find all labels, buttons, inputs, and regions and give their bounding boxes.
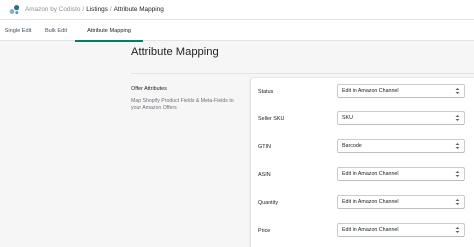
codisto-logo-icon bbox=[9, 4, 20, 15]
gtin-select-value: Barcode bbox=[342, 143, 362, 149]
top-bar: Amazon by Codisto / Listings / Attribute… bbox=[0, 0, 474, 20]
status-select[interactable]: Edit in Amazon Channel bbox=[337, 84, 465, 98]
section-heading: Offer Attributes bbox=[131, 86, 167, 92]
field-row-quantity: Quantity Edit in Amazon Channel bbox=[251, 195, 474, 210]
asin-select-value: Edit in Amazon Channel bbox=[342, 171, 399, 177]
seller-sku-select-value: SKU bbox=[342, 115, 353, 121]
breadcrumb-separator: / bbox=[109, 6, 112, 13]
chevron-up-down-icon bbox=[455, 142, 460, 150]
asin-select[interactable]: Edit in Amazon Channel bbox=[337, 167, 465, 181]
field-row-status: Status Edit in Amazon Channel bbox=[251, 84, 474, 99]
tab-single-edit[interactable]: Single Edit bbox=[4, 20, 32, 41]
field-label-status: Status bbox=[258, 88, 274, 95]
tab-attribute-mapping[interactable]: Attribute Mapping bbox=[75, 20, 143, 42]
field-label-seller-sku: Seller SKU bbox=[258, 115, 285, 122]
tab-bulk-edit[interactable]: Bulk Edit bbox=[43, 20, 69, 41]
quantity-select[interactable]: Edit in Amazon Channel bbox=[337, 195, 465, 209]
breadcrumb-listings[interactable]: Listings bbox=[86, 6, 108, 13]
section-description: Map Shopify Product Fields & Meta-Fields… bbox=[131, 98, 234, 112]
tab-bar: Single Edit Bulk Edit Attribute Mapping bbox=[0, 20, 474, 42]
field-label-quantity: Quantity bbox=[258, 199, 279, 206]
field-label-gtin: GTIN bbox=[258, 143, 271, 150]
field-row-asin: ASIN Edit in Amazon Channel bbox=[251, 167, 474, 182]
field-row-price: Price Edit in Amazon Channel bbox=[251, 223, 474, 238]
breadcrumb-separator: / bbox=[82, 6, 85, 13]
page-title: Attribute Mapping bbox=[131, 46, 219, 58]
chevron-up-down-icon bbox=[455, 170, 460, 178]
field-label-asin: ASIN bbox=[258, 171, 271, 178]
chevron-up-down-icon bbox=[455, 226, 460, 234]
field-row-seller-sku: Seller SKU SKU bbox=[251, 111, 474, 126]
quantity-select-value: Edit in Amazon Channel bbox=[342, 199, 399, 205]
chevron-up-down-icon bbox=[455, 114, 460, 122]
section-divider bbox=[131, 73, 474, 74]
attribute-mapping-card: Status Edit in Amazon Channel Seller SKU… bbox=[251, 78, 474, 247]
chevron-up-down-icon bbox=[455, 87, 460, 95]
field-row-gtin: GTIN Barcode bbox=[251, 139, 474, 154]
field-label-price: Price bbox=[258, 227, 271, 234]
gtin-select[interactable]: Barcode bbox=[337, 139, 465, 153]
breadcrumb-current: Attribute Mapping bbox=[113, 6, 164, 13]
status-select-value: Edit in Amazon Channel bbox=[342, 88, 399, 94]
breadcrumb: Amazon by Codisto / Listings / Attribute… bbox=[25, 6, 164, 13]
seller-sku-select[interactable]: SKU bbox=[337, 111, 465, 125]
price-select-value: Edit in Amazon Channel bbox=[342, 227, 399, 233]
breadcrumb-app-name[interactable]: Amazon by Codisto bbox=[25, 6, 80, 13]
price-select[interactable]: Edit in Amazon Channel bbox=[337, 223, 465, 237]
chevron-up-down-icon bbox=[455, 198, 460, 206]
